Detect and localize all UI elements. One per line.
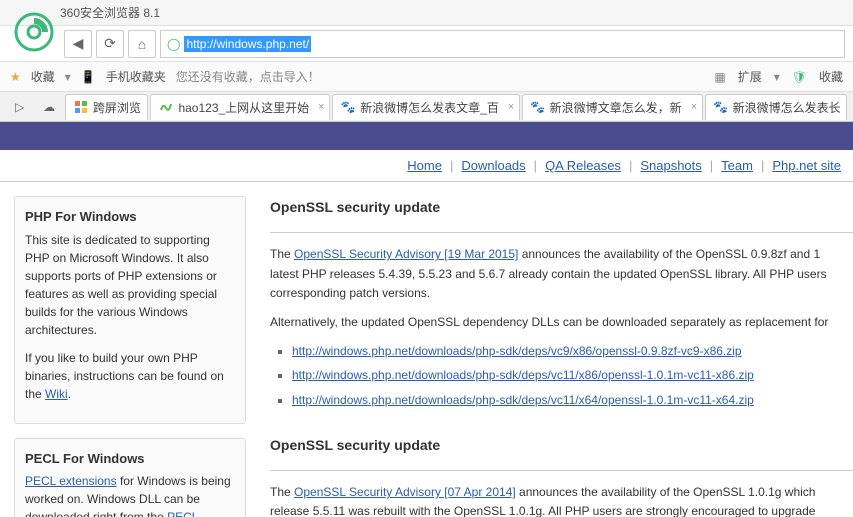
tab-2[interactable]: hao123_上网从这里开始 × xyxy=(150,94,330,120)
article-text: The OpenSSL Security Advisory [19 Mar 20… xyxy=(270,245,853,303)
viewport: Home| Downloads| QA Releases| Snapshots|… xyxy=(0,122,853,517)
chevron-down-icon[interactable]: ▾ xyxy=(774,70,780,84)
download-list: http://windows.php.net/downloads/php-sdk… xyxy=(292,342,853,410)
extensions-label[interactable]: 扩展 xyxy=(738,68,762,85)
sidebar-block-pecl: PECL For Windows PECL extensions for Win… xyxy=(14,438,246,517)
sidebar-text: If you like to build your own PHP binari… xyxy=(25,349,235,403)
tab-1[interactable]: 跨屏浏览 xyxy=(65,94,149,120)
star-icon[interactable]: ★ xyxy=(10,70,21,84)
bookmark-manager-label[interactable]: 收藏 xyxy=(819,68,843,85)
close-icon[interactable]: × xyxy=(318,101,324,113)
list-item: http://windows.php.net/downloads/php-sdk… xyxy=(292,391,853,410)
nav-phpnet[interactable]: Php.net site xyxy=(772,158,841,173)
paw-icon: 🐾 xyxy=(714,100,728,114)
site-badge-icon: ◯ xyxy=(167,37,180,51)
bookmarks-bar: ★ 收藏 ▾ 📱 手机收藏夹 您还没有收藏，点击导入！ ▦ 扩展 ▾ 🛡 收藏 xyxy=(0,62,853,92)
nav-snapshots[interactable]: Snapshots xyxy=(640,158,701,173)
phone-bookmarks[interactable]: 手机收藏夹 xyxy=(106,68,166,85)
browser-logo xyxy=(14,12,54,52)
nav-qa[interactable]: QA Releases xyxy=(545,158,621,173)
tab-bar: ▷ ☁ 跨屏浏览 hao123_上网从这里开始 × 🐾 新浪微博怎么发表文章_百… xyxy=(0,92,853,122)
url-input[interactable] xyxy=(315,36,838,51)
divider xyxy=(270,232,853,233)
tab-4[interactable]: 🐾 新浪微博文章怎么发，新 × xyxy=(522,94,703,120)
reload-button[interactable]: ⟳ xyxy=(96,30,124,58)
sidebar: PHP For Windows This site is dedicated t… xyxy=(0,182,260,517)
window-titlebar: 360安全浏览器 8.1 xyxy=(0,0,853,26)
shield-icon[interactable]: 🛡 xyxy=(792,70,807,84)
nav-team[interactable]: Team xyxy=(721,158,753,173)
list-item: http://windows.php.net/downloads/php-sdk… xyxy=(292,342,853,361)
main-content: OpenSSL security update The OpenSSL Secu… xyxy=(260,182,853,517)
site-nav: Home| Downloads| QA Releases| Snapshots|… xyxy=(0,150,853,182)
sidebar-title: PECL For Windows xyxy=(25,449,235,469)
nav-home[interactable]: Home xyxy=(407,158,442,173)
bookmarks-label[interactable]: 收藏 xyxy=(31,68,55,85)
url-bar[interactable]: ◯ http://windows.php.net/ xyxy=(160,30,845,58)
extensions-icon[interactable]: ▦ xyxy=(714,70,725,84)
phone-icon: 📱 xyxy=(81,70,96,84)
advisory-link[interactable]: OpenSSL Security Advisory [07 Apr 2014] xyxy=(294,485,516,499)
window-title: 360安全浏览器 8.1 xyxy=(60,4,160,21)
paw-icon: 🐾 xyxy=(341,100,355,114)
wiki-link[interactable]: Wiki xyxy=(45,387,68,401)
close-icon[interactable]: × xyxy=(691,101,697,113)
advisory-link[interactable]: OpenSSL Security Advisory [19 Mar 2015] xyxy=(294,247,518,261)
chevron-down-icon[interactable]: ▾ xyxy=(65,70,71,84)
tab-5[interactable]: 🐾 新浪微博怎么发表长 xyxy=(705,94,847,120)
site-header-bar xyxy=(0,122,853,150)
sidebar-block-php: PHP For Windows This site is dedicated t… xyxy=(14,196,246,424)
list-item: http://windows.php.net/downloads/php-sdk… xyxy=(292,366,853,385)
hao-icon xyxy=(159,100,173,114)
download-link[interactable]: http://windows.php.net/downloads/php-sdk… xyxy=(292,344,742,358)
grid-icon xyxy=(74,100,88,114)
article-title: OpenSSL security update xyxy=(270,434,853,456)
tab-label: 新浪微博文章怎么发，新 xyxy=(550,99,682,116)
tab-3[interactable]: 🐾 新浪微博怎么发表文章_百 × xyxy=(332,94,520,120)
nav-downloads[interactable]: Downloads xyxy=(461,158,525,173)
sidebar-text: This site is dedicated to supporting PHP… xyxy=(25,231,235,339)
nav-toolbar: ◀ ⟳ ⌂ ◯ http://windows.php.net/ xyxy=(0,26,853,62)
tab-label: hao123_上网从这里开始 xyxy=(178,99,309,116)
divider xyxy=(270,470,853,471)
article-text: Alternatively, the updated OpenSSL depen… xyxy=(270,313,853,332)
close-icon[interactable]: × xyxy=(508,101,514,113)
article-title: OpenSSL security update xyxy=(270,196,853,218)
article-text: The OpenSSL Security Advisory [07 Apr 20… xyxy=(270,483,853,517)
paw-icon: 🐾 xyxy=(531,100,545,114)
tab-cloud-button[interactable]: ☁ xyxy=(35,95,62,119)
tab-label: 跨屏浏览 xyxy=(93,99,141,116)
tab-history-button[interactable]: ▷ xyxy=(6,95,33,119)
sidebar-title: PHP For Windows xyxy=(25,207,235,227)
sidebar-text: PECL extensions for Windows is being wor… xyxy=(25,472,235,517)
pecl-link[interactable]: PECL extensions xyxy=(25,474,117,488)
bookmarks-hint: 您还没有收藏，点击导入！ xyxy=(176,68,320,85)
tab-label: 新浪微博怎么发表文章_百 xyxy=(360,99,499,116)
back-button[interactable]: ◀ xyxy=(64,30,92,58)
url-text[interactable]: http://windows.php.net/ xyxy=(184,36,311,52)
tab-label: 新浪微博怎么发表长 xyxy=(733,99,841,116)
download-link[interactable]: http://windows.php.net/downloads/php-sdk… xyxy=(292,368,754,382)
download-link[interactable]: http://windows.php.net/downloads/php-sdk… xyxy=(292,393,754,407)
home-button[interactable]: ⌂ xyxy=(128,30,156,58)
